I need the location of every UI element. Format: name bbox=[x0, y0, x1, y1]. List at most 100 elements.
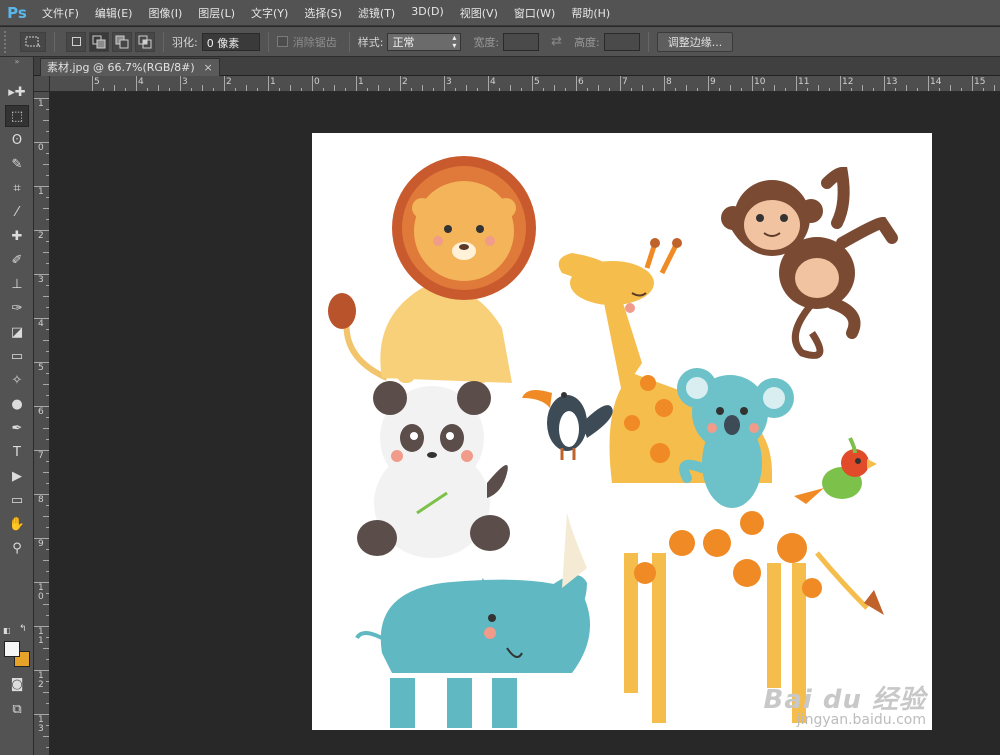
ruler-minor-tick bbox=[46, 439, 49, 440]
ruler-label: 8 bbox=[666, 77, 672, 87]
ruler-minor-tick bbox=[147, 88, 148, 91]
ruler-minor-tick bbox=[43, 648, 49, 649]
feather-input[interactable]: 0 像素 bbox=[201, 32, 260, 51]
style-select[interactable]: 正常 ▴ ▾ bbox=[387, 32, 462, 51]
image-canvas[interactable]: Bai du 经验 jingyan.baidu.com bbox=[312, 133, 932, 730]
ruler-tick bbox=[34, 450, 49, 451]
rectangle-icon[interactable]: ▭ bbox=[5, 489, 29, 511]
refine-edge-button[interactable]: 调整边缘... bbox=[656, 31, 734, 52]
ruler-tick bbox=[444, 76, 445, 91]
horizontal-ruler[interactable]: 5 4 3 2 1 0 1 2 3 4 5 6 7 8 9 10 11 12 13 14 15 bbox=[50, 76, 1000, 92]
ruler-minor-tick bbox=[43, 120, 49, 121]
ruler-label: 7 bbox=[38, 451, 44, 461]
pen-icon[interactable]: ✒ bbox=[5, 417, 29, 439]
hand-icon[interactable]: ✋ bbox=[5, 513, 29, 535]
ruler-tick bbox=[620, 76, 621, 91]
ruler-label: 1 bbox=[270, 77, 276, 87]
ruler-minor-tick bbox=[279, 88, 280, 91]
menu-item[interactable]: 文字(Y) bbox=[243, 5, 296, 21]
antialias-checkbox[interactable] bbox=[276, 36, 288, 47]
gradient-icon[interactable]: ▭ bbox=[5, 345, 29, 367]
ruler-minor-tick bbox=[46, 483, 49, 484]
ruler-minor-tick bbox=[829, 88, 830, 91]
ruler-label: 15 bbox=[974, 77, 986, 87]
menu-item[interactable]: 编辑(E) bbox=[87, 5, 141, 21]
menu-item[interactable]: 选择(S) bbox=[296, 5, 350, 21]
add-selection-icon bbox=[92, 35, 106, 48]
menu-item[interactable]: 图像(I) bbox=[140, 5, 190, 21]
swap-colors-icon[interactable]: ↰ bbox=[19, 624, 27, 634]
intersect-selection-button[interactable] bbox=[135, 31, 155, 52]
menu-item[interactable]: 视图(V) bbox=[452, 5, 506, 21]
menu-bar: Ps 文件(F) 编辑(E) 图像(I) 图层(L) 文字(Y) 选择(S) 滤镜(T) 3D… bbox=[0, 0, 1000, 26]
ruler-minor-tick bbox=[246, 85, 247, 91]
ruler-minor-tick bbox=[46, 505, 49, 506]
menu-item[interactable]: 图层(L) bbox=[190, 5, 243, 21]
ruler-label: 5 bbox=[534, 77, 540, 87]
healing-icon[interactable]: ✚ bbox=[5, 225, 29, 247]
ruler-minor-tick bbox=[46, 747, 49, 748]
quick-select-icon[interactable]: ✎ bbox=[5, 153, 29, 175]
quick-mask-icon[interactable]: ◙ bbox=[5, 673, 29, 695]
history-brush-icon[interactable]: ✑ bbox=[5, 297, 29, 319]
menu-item[interactable]: 滤镜(T) bbox=[350, 5, 403, 21]
blur-icon[interactable]: ✧ bbox=[5, 369, 29, 391]
brush-icon[interactable]: ✐ bbox=[5, 249, 29, 271]
ruler-tick bbox=[752, 76, 753, 91]
ruler-minor-tick bbox=[125, 88, 126, 91]
ruler-label: 7 bbox=[622, 77, 628, 87]
ruler-minor-tick bbox=[43, 736, 49, 737]
ruler-minor-tick bbox=[46, 263, 49, 264]
marquee-icon[interactable]: ⬚ bbox=[5, 105, 29, 127]
stamp-icon[interactable]: ⊥ bbox=[5, 273, 29, 295]
menu-item[interactable]: 3D(D) bbox=[403, 5, 452, 21]
separator bbox=[163, 31, 164, 52]
close-icon[interactable]: × bbox=[203, 59, 212, 77]
height-input[interactable] bbox=[603, 32, 640, 51]
ruler-minor-tick bbox=[158, 85, 159, 91]
vertical-ruler[interactable]: 101234567891 01 11 21 3 bbox=[34, 92, 50, 755]
add-selection-button[interactable] bbox=[89, 31, 109, 52]
subtract-selection-button[interactable] bbox=[112, 31, 132, 52]
ruler-minor-tick bbox=[43, 340, 49, 341]
crop-icon[interactable]: ⌗ bbox=[5, 177, 29, 199]
path-select-icon[interactable]: ▶ bbox=[5, 465, 29, 487]
eyedropper-icon[interactable]: ⁄ bbox=[5, 201, 29, 223]
ruler-tick bbox=[34, 362, 49, 363]
move-icon[interactable]: ▸✚ bbox=[5, 81, 29, 103]
zoom-icon[interactable]: ⚲ bbox=[5, 537, 29, 559]
ruler-minor-tick bbox=[43, 384, 49, 385]
ruler-origin[interactable] bbox=[34, 76, 50, 92]
menu-item[interactable]: 帮助(H) bbox=[563, 5, 618, 21]
menu-item[interactable]: 窗口(W) bbox=[506, 5, 563, 21]
type-icon[interactable]: T bbox=[5, 441, 29, 463]
dodge-icon[interactable]: ● bbox=[5, 393, 29, 415]
document-tab[interactable]: 素材.jpg @ 66.7%(RGB/8#) × bbox=[40, 58, 220, 76]
ruler-minor-tick bbox=[301, 88, 302, 91]
ruler-label: 2 bbox=[402, 77, 408, 87]
ruler-minor-tick bbox=[719, 88, 720, 91]
lasso-icon[interactable]: ʘ bbox=[5, 129, 29, 151]
ruler-minor-tick bbox=[983, 88, 984, 91]
ruler-minor-tick bbox=[675, 88, 676, 91]
default-colors-icon[interactable]: ◧ bbox=[3, 626, 11, 635]
ruler-minor-tick bbox=[46, 593, 49, 594]
ruler-tick bbox=[972, 76, 973, 91]
screen-mode-icon[interactable]: ⧉ bbox=[5, 698, 29, 720]
ruler-minor-tick bbox=[378, 85, 379, 91]
tools-collapse-icon[interactable]: » bbox=[0, 57, 33, 67]
swap-dimensions-icon[interactable]: ⇄ bbox=[551, 34, 562, 49]
menu-item[interactable]: 文件(F) bbox=[34, 5, 87, 21]
marquee-preset-icon bbox=[25, 36, 41, 47]
options-grip[interactable] bbox=[4, 30, 14, 53]
updown-arrow-icon: ▴ ▾ bbox=[452, 32, 457, 50]
foreground-color-swatch[interactable] bbox=[4, 641, 20, 657]
eraser-icon[interactable]: ◪ bbox=[5, 321, 29, 343]
marquee-preset-button[interactable] bbox=[20, 31, 46, 52]
photoshop-logo[interactable]: Ps bbox=[0, 0, 34, 26]
ruler-label: 4 bbox=[38, 319, 44, 329]
new-selection-button[interactable] bbox=[66, 31, 86, 52]
ruler-label: 3 bbox=[182, 77, 188, 87]
ruler-minor-tick bbox=[43, 296, 49, 297]
width-input[interactable] bbox=[503, 32, 540, 51]
